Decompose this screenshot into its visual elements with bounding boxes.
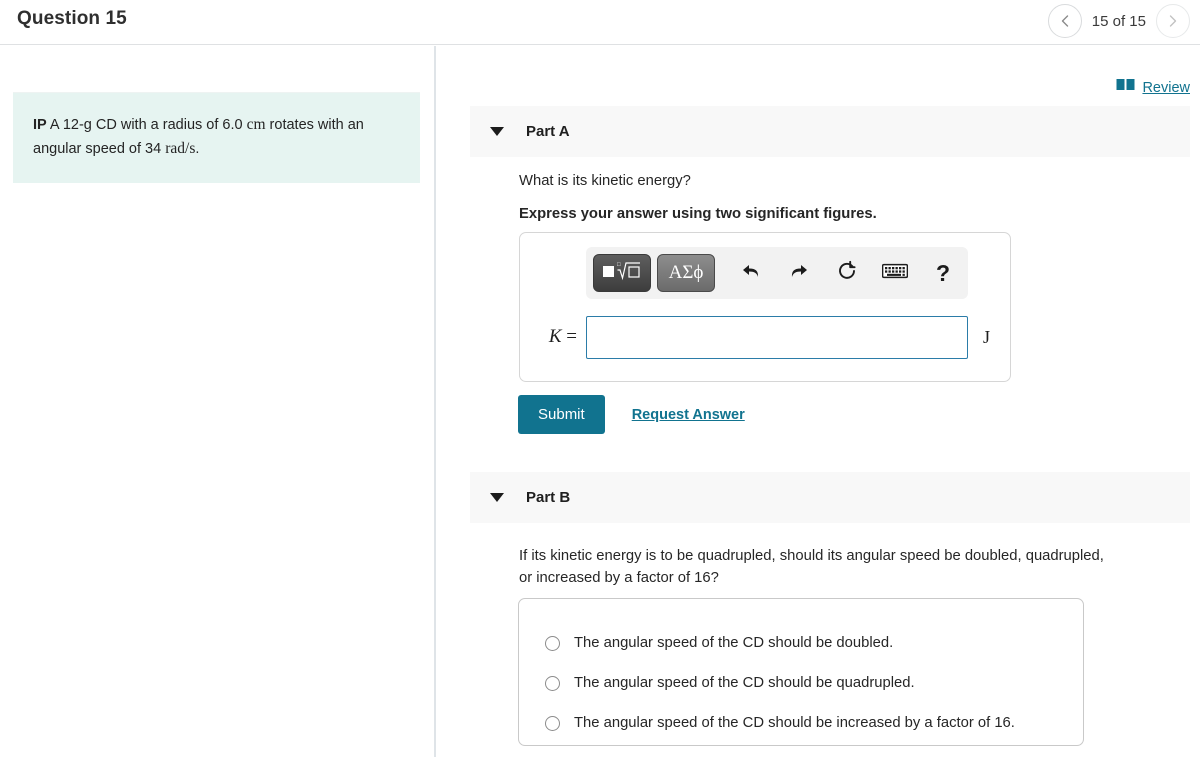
part-b-header[interactable]: Part B — [470, 472, 1190, 523]
list-item[interactable]: The angular speed of the CD should be do… — [519, 623, 1083, 663]
answer-symbol: K — [548, 326, 562, 347]
previous-question-button[interactable] — [1047, 4, 1082, 38]
page-title: Question 15 — [17, 8, 127, 29]
redo-arrow-icon — [788, 261, 810, 286]
top-bar: Question 15 15 of 15 — [0, 0, 1200, 45]
stem-text-1: A 12-g CD with a radius of 6.0 — [46, 117, 247, 133]
question-stem-panel: IP A 12-g CD with a radius of 6.0 cm rot… — [0, 46, 434, 757]
answer-symbol-label: K = — [520, 326, 586, 348]
answer-input[interactable] — [586, 315, 968, 359]
stem-prefix: IP — [33, 117, 47, 133]
list-item[interactable]: The angular speed of the CD should be qu… — [519, 663, 1083, 703]
question-counter: 15 of 15 — [1091, 12, 1146, 30]
list-item[interactable]: The angular speed of the CD should be in… — [519, 703, 1083, 743]
keyboard-button[interactable] — [871, 254, 919, 292]
part-b-label: Part B — [526, 489, 571, 506]
part-b-options: The angular speed of the CD should be do… — [518, 598, 1084, 746]
next-question-button[interactable] — [1156, 4, 1190, 38]
template-radical-button[interactable]: □ — [593, 254, 651, 292]
part-b-question: If its kinetic energy is to be quadruple… — [519, 548, 1104, 586]
stem-unit-rad-per-s: rad/s — [165, 140, 196, 157]
help-button[interactable]: ? — [919, 254, 967, 292]
caret-down-icon[interactable] — [490, 493, 504, 502]
part-a-label: Part A — [526, 123, 570, 140]
keyboard-icon — [881, 262, 909, 285]
answer-unit-label: J — [983, 326, 991, 347]
caret-down-icon[interactable] — [490, 127, 504, 136]
stem-unit-cm: cm — [246, 116, 266, 133]
stem-text-3: . — [195, 141, 200, 157]
submit-button[interactable]: Submit — [518, 395, 605, 434]
radio-button-icon[interactable] — [545, 715, 560, 731]
request-answer-link[interactable]: Request Answer — [632, 407, 745, 423]
answer-equals: = — [566, 326, 577, 347]
question-page: Question 15 15 of 15 IP A 12-g CD with a… — [0, 0, 1200, 757]
review-row[interactable]: Review — [1116, 78, 1190, 97]
reset-button[interactable] — [823, 254, 871, 292]
math-toolbar: □ ΑΣϕ ? — [586, 247, 968, 299]
undo-button[interactable] — [727, 254, 775, 292]
option-label: The angular speed of the CD should be qu… — [574, 675, 915, 691]
part-a-header[interactable]: Part A — [470, 106, 1190, 157]
review-link[interactable]: Review — [1142, 80, 1190, 96]
question-stem: IP A 12-g CD with a radius of 6.0 cm rot… — [13, 92, 420, 183]
question-navigation: 15 of 15 — [1047, 4, 1190, 38]
answer-entry-box: □ ΑΣϕ ? K = J — [519, 232, 1011, 382]
option-label: The angular speed of the CD should be in… — [574, 715, 1015, 731]
svg-text:□: □ — [617, 262, 621, 268]
option-label: The angular speed of the CD should be do… — [574, 635, 894, 651]
greek-symbols-button[interactable]: ΑΣϕ — [657, 254, 715, 292]
template-radical-icon: □ — [602, 260, 642, 287]
answer-input-row: K = J — [520, 311, 1012, 363]
radio-button-icon[interactable] — [545, 635, 560, 651]
redo-button[interactable] — [775, 254, 823, 292]
book-icon — [1116, 78, 1135, 97]
radio-button-icon[interactable] — [545, 675, 560, 691]
part-a-instruction: Express your answer using two significan… — [519, 206, 877, 222]
reset-circle-icon — [836, 260, 858, 287]
chevron-right-icon — [1168, 14, 1178, 28]
answer-panel: Review Part A What is its kinetic energy… — [434, 46, 1200, 757]
part-a-question: What is its kinetic energy? — [519, 173, 691, 189]
chevron-left-icon — [1060, 14, 1070, 28]
undo-arrow-icon — [740, 261, 762, 286]
part-a-actions: Submit Request Answer — [518, 395, 745, 434]
